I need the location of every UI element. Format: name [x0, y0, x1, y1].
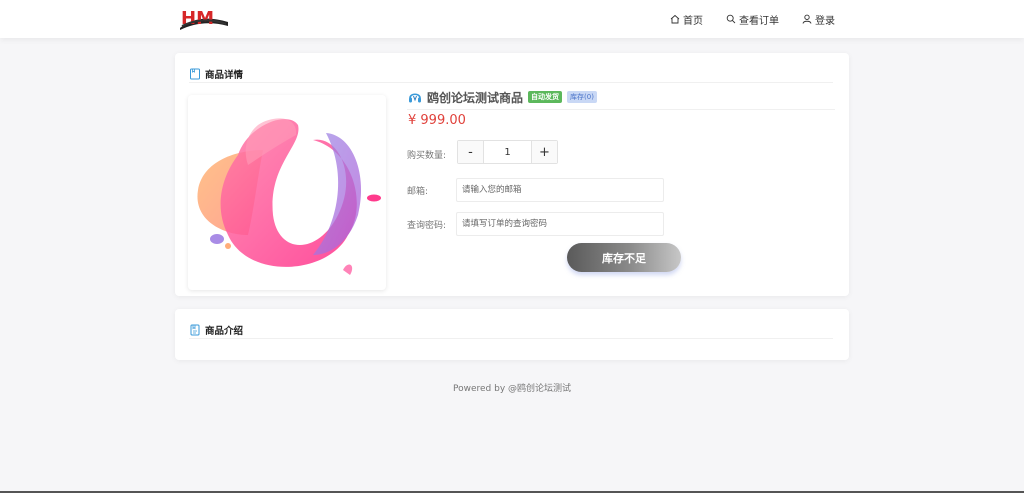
nav-login[interactable]: 登录 — [802, 0, 835, 38]
product-price: ¥ 999.00 — [408, 113, 466, 128]
query-password-field[interactable] — [456, 212, 664, 236]
product-name: 鸥创论坛测试商品 — [427, 90, 524, 105]
product-logo-image — [197, 118, 381, 275]
quantity-stepper[interactable]: - 1 + — [457, 140, 558, 164]
headset-icon — [409, 93, 421, 103]
nav-orders-label: 查看订单 — [739, 15, 779, 27]
intro-section-header: 商品介绍 — [189, 321, 833, 339]
quantity-decrease-button[interactable]: - — [458, 141, 484, 163]
document-icon — [190, 324, 200, 335]
title-divider — [407, 109, 835, 110]
stock-badge: 库存(0) — [567, 91, 597, 103]
query-password-label: 查询密码: — [407, 221, 447, 231]
nav-orders[interactable]: 查看订单 — [726, 0, 779, 38]
product-intro-card: 商品介绍 — [175, 309, 849, 360]
intro-section-title: 商品介绍 — [205, 325, 244, 337]
email-label: 邮箱: — [407, 187, 429, 197]
quantity-value[interactable]: 1 — [484, 141, 531, 163]
auto-delivery-badge: 自动发货 — [528, 91, 563, 103]
nav-home-label: 首页 — [683, 15, 703, 27]
product-detail-card: 商品详情 鸥创论坛测试商品 自动发货 库存(0) ¥ 999.00 购买数量: … — [175, 53, 849, 296]
svg-text:HM: HM — [181, 8, 214, 29]
email-field[interactable] — [456, 178, 664, 202]
nav-home[interactable]: 首页 — [670, 0, 703, 38]
home-icon — [670, 14, 680, 24]
product-image — [188, 95, 386, 290]
detail-section-title: 商品详情 — [205, 69, 244, 81]
site-logo[interactable]: HM — [178, 4, 230, 32]
top-navbar: HM 首页 查看订单 登录 — [0, 0, 1024, 38]
quantity-increase-button[interactable]: + — [531, 141, 557, 163]
out-of-stock-button[interactable]: 库存不足 — [567, 243, 681, 272]
product-title-row: 鸥创论坛测试商品 自动发货 库存(0) — [407, 87, 597, 107]
footer-powered-by: Powered by @鸥创论坛测试 — [452, 384, 572, 394]
quantity-label: 购买数量: — [407, 151, 447, 161]
bookmark-icon — [190, 68, 200, 79]
user-icon — [802, 14, 812, 24]
search-icon — [726, 14, 736, 24]
detail-section-header: 商品详情 — [189, 65, 833, 83]
nav-login-label: 登录 — [815, 15, 835, 27]
